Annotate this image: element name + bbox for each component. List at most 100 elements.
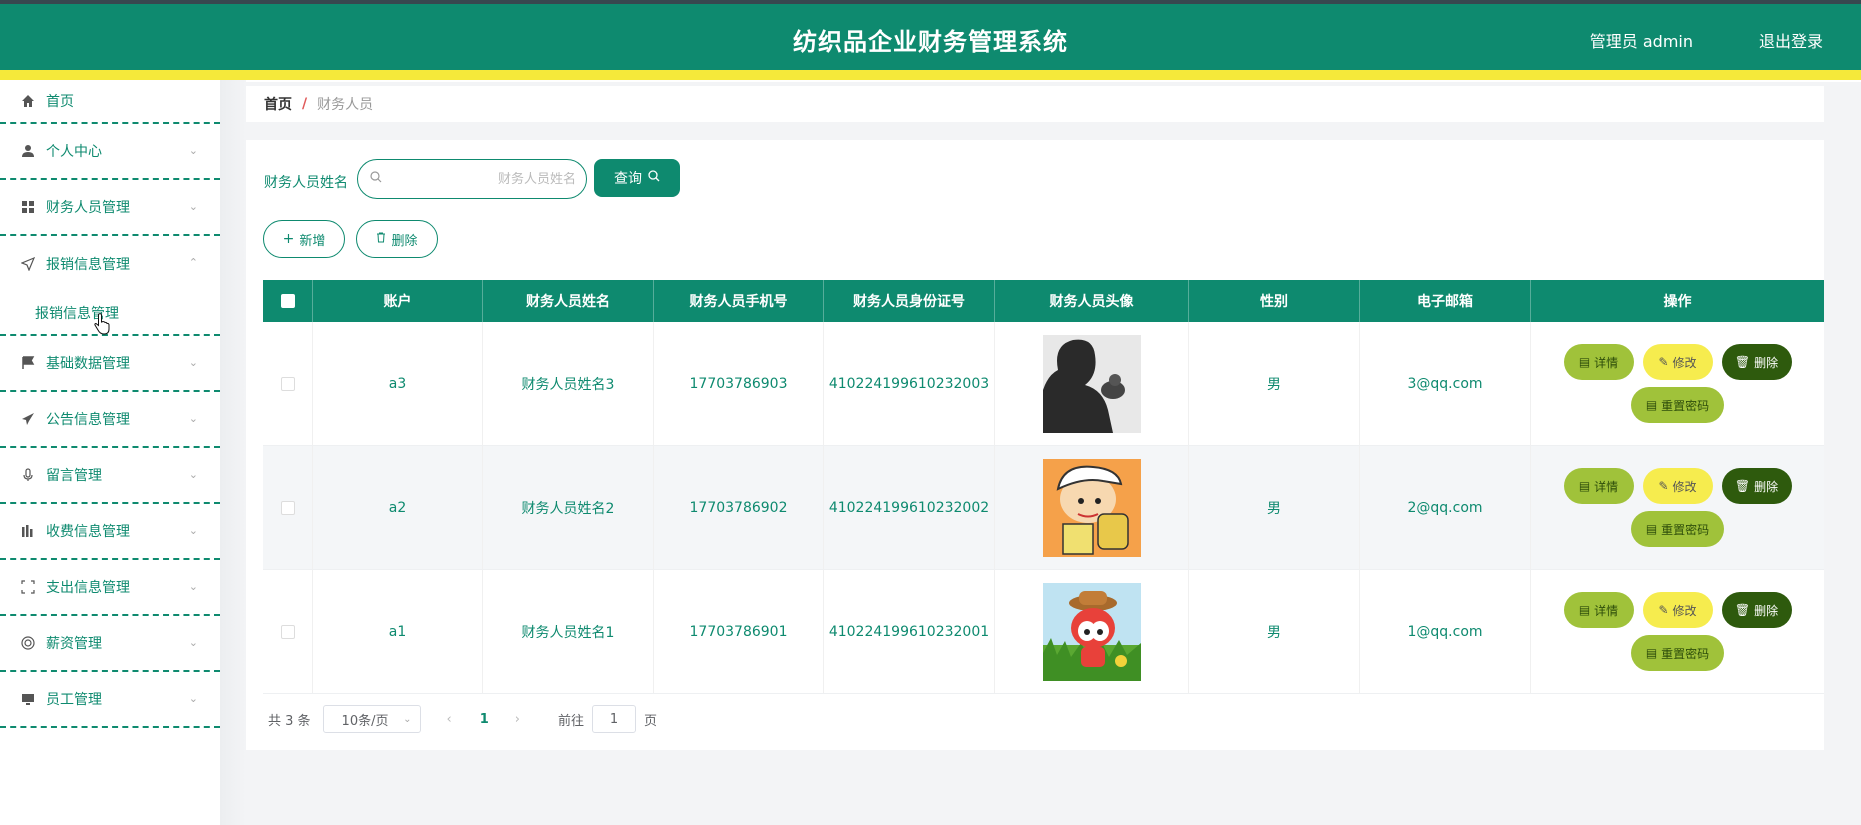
select-all-cell	[263, 280, 313, 322]
edit-label: 修改	[1672, 603, 1697, 618]
cell-idcard: 410224199610232001	[824, 570, 995, 693]
goto-suffix: 页	[644, 713, 658, 729]
add-button[interactable]: + 新增	[263, 220, 345, 258]
edit-button[interactable]: ✎ 修改	[1642, 468, 1713, 504]
search-icon	[648, 170, 660, 186]
page-number[interactable]: 1	[480, 712, 489, 727]
trash-icon: 🗑	[1734, 355, 1751, 369]
detail-button[interactable]: ▤ 详情	[1563, 592, 1634, 628]
reset-label: 重置密码	[1661, 522, 1710, 537]
table-row: a2 财务人员姓名2 17703786902 41022419961023200…	[263, 446, 1824, 570]
row-checkbox[interactable]	[280, 376, 295, 391]
table-row: a3 财务人员姓名3 17703786903 41022419961023200…	[263, 322, 1824, 446]
column-header: 账户	[313, 280, 483, 322]
sidebar-item-label: 基础数据管理	[46, 356, 130, 372]
row-delete-button[interactable]: 🗑 删除	[1721, 592, 1792, 628]
cell-gender: 男	[1189, 570, 1360, 693]
search-icon	[370, 171, 382, 187]
query-button-label: 查询	[614, 171, 642, 187]
cell-name: 财务人员姓名3	[483, 322, 654, 445]
user-icon	[20, 143, 36, 159]
data-table: 账户 财务人员姓名 财务人员手机号 财务人员身份证号 财务人员头像 性别 电子邮…	[263, 280, 1824, 694]
trash-icon	[376, 232, 386, 247]
app-title: 纺织品企业财务管理系统	[793, 28, 1068, 56]
header-accent-stripe	[0, 70, 1861, 80]
plus-icon: +	[282, 231, 295, 247]
sidebar-item-basic-data[interactable]: 基础数据管理 ⌄	[0, 336, 220, 392]
reset-icon: ▤	[1645, 646, 1658, 660]
sidebar-item-label: 支出信息管理	[46, 580, 130, 596]
column-header: 性别	[1189, 280, 1360, 322]
edit-button[interactable]: ✎ 修改	[1642, 344, 1713, 380]
detail-button[interactable]: ▤ 详情	[1563, 468, 1634, 504]
reset-label: 重置密码	[1661, 646, 1710, 661]
search-field[interactable]	[357, 159, 587, 199]
sidebar-item-label: 薪资管理	[46, 636, 102, 652]
plane-icon	[20, 411, 36, 427]
chevron-up-icon: ⌃	[188, 256, 198, 269]
reset-label: 重置密码	[1661, 398, 1710, 413]
row-checkbox[interactable]	[280, 624, 295, 639]
sidebar-item-label: 员工管理	[46, 692, 102, 708]
edit-label: 修改	[1672, 479, 1697, 494]
sidebar-item-expenses[interactable]: 支出信息管理 ⌄	[0, 560, 220, 616]
sidebar-item-fees[interactable]: 收费信息管理 ⌄	[0, 504, 220, 560]
sidebar-item-home[interactable]: 首页	[0, 80, 220, 124]
reset-password-button[interactable]: ▤ 重置密码	[1631, 511, 1724, 547]
chevron-down-icon: ⌄	[188, 468, 198, 481]
edit-icon: ✎	[1658, 603, 1669, 617]
column-header: 财务人员身份证号	[824, 280, 995, 322]
row-checkbox[interactable]	[280, 500, 295, 515]
chevron-down-icon: ⌄	[188, 580, 198, 593]
select-all-checkbox[interactable]	[280, 294, 295, 308]
delete-label: 删除	[1754, 479, 1779, 494]
sidebar-item-finance-staff[interactable]: 财务人员管理 ⌄	[0, 180, 220, 236]
cell-name: 财务人员姓名1	[483, 570, 654, 693]
send-icon	[20, 256, 36, 272]
breadcrumb-home[interactable]: 首页	[264, 94, 292, 114]
chevron-down-icon: ⌄	[188, 636, 198, 649]
sidebar-item-employees[interactable]: 员工管理 ⌄	[0, 672, 220, 728]
detail-icon: ▤	[1578, 355, 1591, 369]
search-input[interactable]	[396, 171, 576, 187]
row-delete-button[interactable]: 🗑 删除	[1721, 468, 1792, 504]
sidebar-item-reimbursement[interactable]: 报销信息管理 ⌃	[0, 236, 220, 292]
pagination-total: 共 3 条	[268, 713, 311, 729]
delete-button[interactable]: 删除	[356, 220, 438, 258]
page-size-value: 10条/页	[341, 713, 389, 729]
prev-page-button[interactable]: ‹	[447, 712, 452, 727]
mouse-cursor-icon	[94, 313, 112, 339]
circle-icon	[20, 635, 36, 651]
sidebar-item-messages[interactable]: 留言管理 ⌄	[0, 448, 220, 504]
cell-account: a3	[313, 322, 483, 445]
next-page-button[interactable]: ›	[515, 712, 520, 727]
edit-button[interactable]: ✎ 修改	[1642, 592, 1713, 628]
detail-button[interactable]: ▤ 详情	[1563, 344, 1634, 380]
detail-label: 详情	[1594, 355, 1619, 370]
grid-icon	[20, 199, 36, 215]
page-size-select[interactable]: 10条/页 ⌄	[322, 705, 421, 733]
cell-gender: 男	[1189, 322, 1360, 445]
goto-page-input[interactable]	[592, 705, 637, 733]
table-row: a1 财务人员姓名1 17703786901 41022419961023200…	[263, 570, 1824, 694]
reset-password-button[interactable]: ▤ 重置密码	[1631, 387, 1724, 423]
reset-icon: ▤	[1645, 522, 1658, 536]
sidebar-item-label: 报销信息管理	[46, 257, 130, 273]
delete-label: 删除	[1754, 603, 1779, 618]
column-header: 财务人员手机号	[654, 280, 824, 322]
sidebar-item-announcements[interactable]: 公告信息管理 ⌄	[0, 392, 220, 448]
sidebar-item-salary[interactable]: 薪资管理 ⌄	[0, 616, 220, 672]
sidebar-item-personal-center[interactable]: 个人中心 ⌄	[0, 124, 220, 180]
search-label: 财务人员姓名	[264, 175, 348, 191]
avatar-image	[1042, 582, 1141, 681]
cell-phone: 17703786903	[654, 322, 824, 445]
cell-idcard: 410224199610232002	[824, 446, 995, 569]
avatar-image	[1042, 458, 1141, 557]
logout-link[interactable]: 退出登录	[1759, 28, 1823, 52]
column-header: 电子邮箱	[1360, 280, 1531, 322]
row-delete-button[interactable]: 🗑 删除	[1721, 344, 1792, 380]
current-user: 管理员 admin	[1589, 32, 1693, 51]
reset-password-button[interactable]: ▤ 重置密码	[1631, 635, 1724, 671]
delete-button-label: 删除	[391, 233, 418, 249]
query-button[interactable]: 查询	[594, 159, 680, 197]
